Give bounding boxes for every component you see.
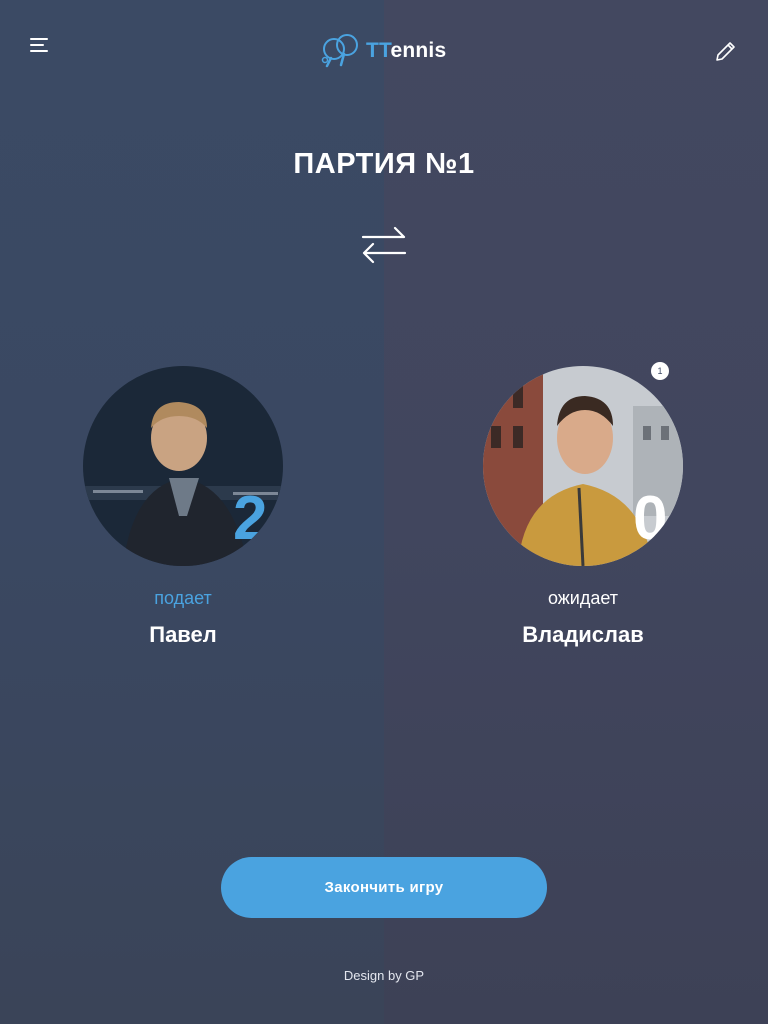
app-name-accent: TT [366, 39, 391, 62]
app-name: TTennis [366, 39, 446, 63]
finish-game-button[interactable]: Закончить игру [221, 857, 547, 918]
app-name-rest: ennis [390, 39, 447, 62]
player-status: подает [154, 588, 212, 608]
serve-count-badge: 1 [651, 362, 669, 380]
hamburger-menu-icon [30, 38, 48, 40]
player-card-right[interactable]: 0 1 ожидает Владислав [483, 362, 683, 647]
app-logo: TTennis [318, 32, 446, 70]
player-name: Павел [149, 622, 217, 647]
edit-button[interactable] [713, 38, 739, 64]
footer-credit: Design by GP [343, 968, 425, 983]
player-name: Владислав [522, 622, 644, 647]
swap-arrows-icon [361, 226, 407, 264]
score: 0 [633, 484, 668, 553]
pencil-icon [716, 42, 735, 61]
player-card-left[interactable]: 2 подает Павел [83, 366, 283, 647]
screen: TTennis ПАРТИЯ №1 2 подает Павел 0 1 ожи… [0, 0, 768, 1024]
avatar[interactable]: 0 [483, 366, 683, 566]
avatar[interactable]: 2 [83, 366, 283, 566]
paddles-icon [321, 34, 358, 68]
player-status: ожидает [547, 588, 619, 608]
set-title: ПАРТИЯ №1 [293, 148, 475, 180]
score: 2 [233, 484, 268, 553]
swap-sides-button[interactable] [358, 222, 410, 266]
menu-button[interactable] [30, 38, 56, 60]
